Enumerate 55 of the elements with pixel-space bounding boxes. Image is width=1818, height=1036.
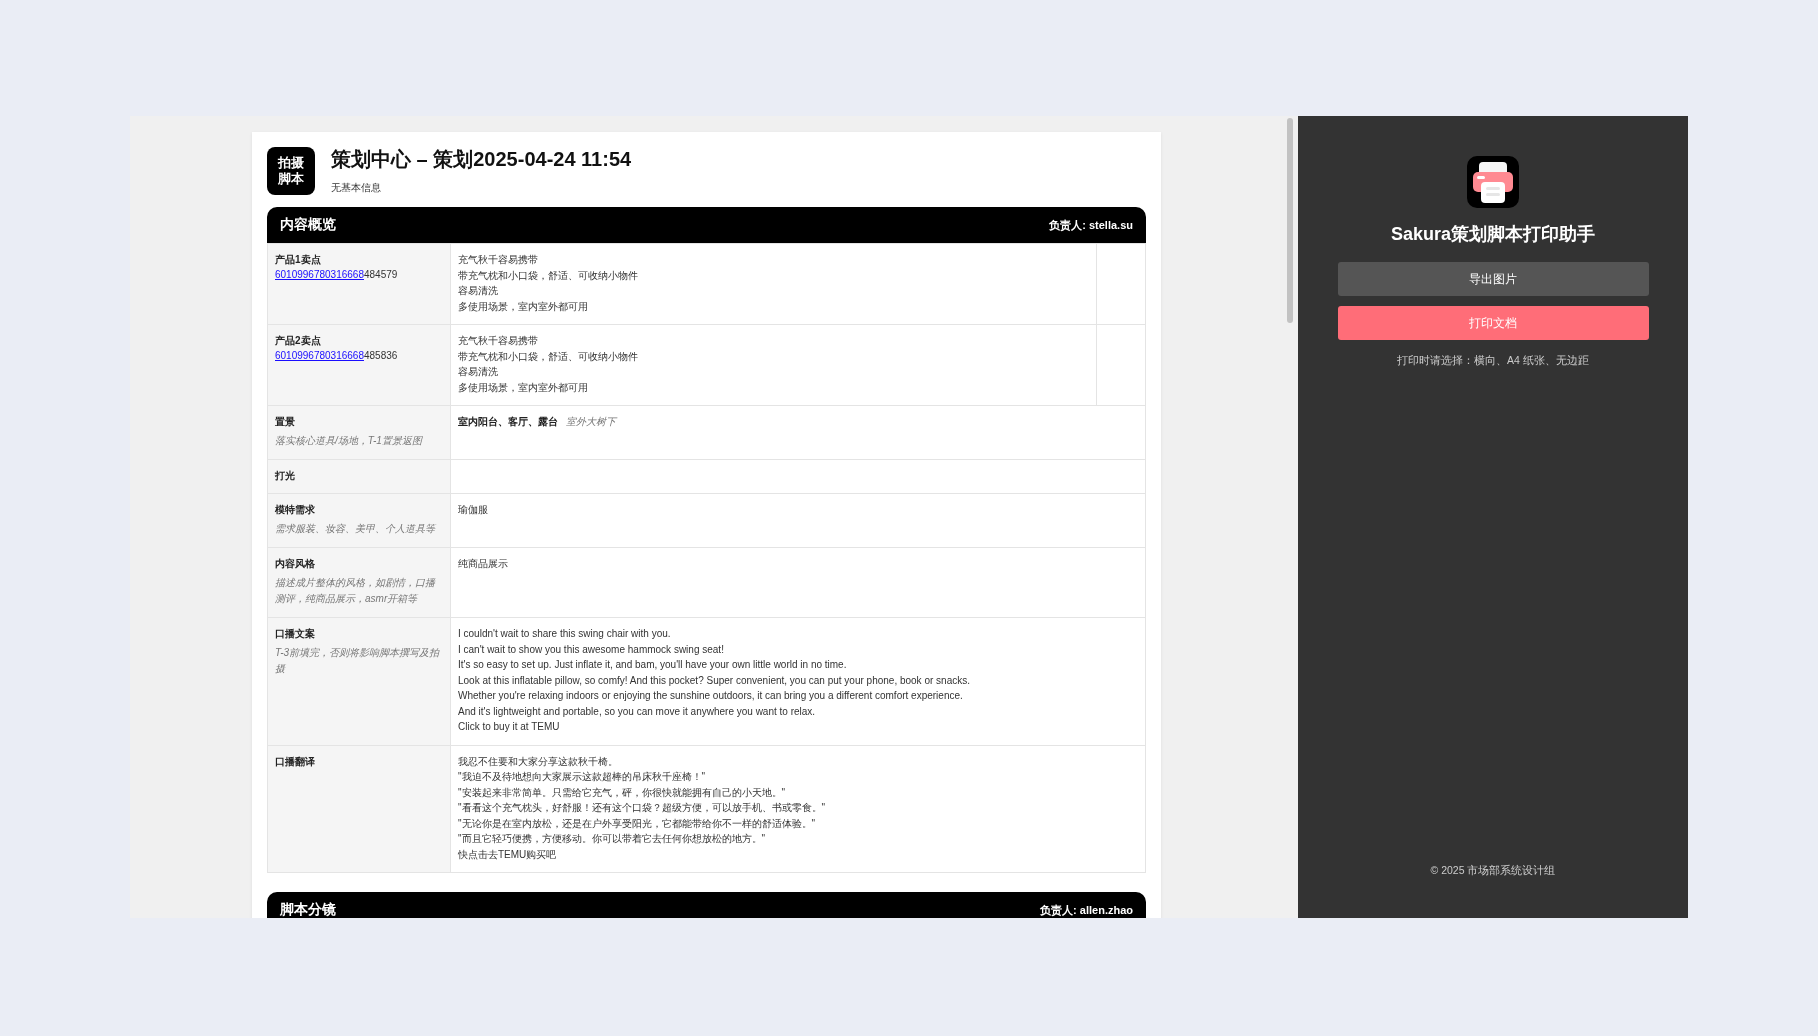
product-id-text: 6010996780316668484579 (275, 268, 399, 282)
product-link[interactable]: 6010996780316668 (275, 269, 364, 280)
cell-text: 室内阳台、客厅、露台 (458, 415, 558, 429)
cell-note: 室外大树下 (566, 415, 616, 429)
owner-label: 负责人: allen.zhao (1040, 902, 1133, 918)
cell-text: Look at this inflatable pillow, so comfy! And this pocket? Super convenient, you can put your phone, book or snacks. (458, 673, 971, 688)
cell-text: 带充气枕和小口袋，舒适、可收纳小物件 (458, 349, 639, 364)
row-label: 模特需求 (275, 503, 316, 517)
cell-text: 我忍不住要和大家分享这款秋千椅。 (458, 754, 619, 769)
cell-text: 纯商品展示 (458, 557, 509, 571)
print-note: 打印时请选择：横向、A4 纸张、无边距 (1397, 354, 1589, 368)
cell-text: 多使用场景，室内室外都可用 (458, 380, 589, 395)
section-title: 脚本分镜 (280, 901, 336, 918)
printer-logo-icon (1467, 156, 1519, 208)
cell-text: "我迫不及待地想向大家展示这款超棒的吊床秋千座椅！" (458, 770, 707, 784)
export-button[interactable]: 导出图片 (1337, 262, 1649, 296)
row-label: 口播翻译 (275, 754, 316, 769)
cell-text: And it's lightweight and portable, so you can move it anywhere you want to relax. (458, 704, 817, 719)
cell-text: 瑜伽服 (458, 503, 489, 517)
row-label: 内容风格 (275, 557, 316, 571)
app-title: Sakura策划脚本打印助手 (1390, 223, 1595, 246)
row-label: 产品1卖点 (275, 253, 322, 267)
cell-text: "无论你是在室内放松，还是在户外享受阳光，它都能带给你不一样的舒适体验。" (458, 816, 817, 831)
row-hint: T-3前填完，否则将影响脚本撰写及拍摄 (275, 646, 441, 676)
cell-text: "而且它轻巧便携，方便移动。你可以带着它去任何你想放松的地方。" (458, 832, 767, 846)
row-label: 口播文案 (275, 627, 316, 641)
product-id-text: 6010996780316668485836 (275, 349, 399, 363)
section-title: 内容概览 (280, 216, 336, 234)
cell-text: 充气秋千容易携带 (458, 253, 539, 267)
cell-text: 快点击去TEMU购买吧 (458, 847, 558, 862)
cell-text: 容易清洗 (458, 284, 499, 298)
cell-text: 带充气枕和小口袋，舒适、可收纳小物件 (458, 268, 639, 283)
cell-text: Whether you're relaxing indoors or enjoying the sunshine outdoors, it can bring you a different comfort experience. (458, 689, 964, 703)
cell-text: "看看这个充气枕头，好舒服！还有这个口袋？超级方便，可以放手机、书或零食。" (458, 801, 827, 815)
row-label: 置景 (275, 415, 296, 429)
document-title: 策划中心 – 策划2025-04-24 11:54 (331, 147, 632, 172)
row-label: 打光 (275, 469, 296, 483)
cell-text: 容易清洗 (458, 365, 499, 379)
cell-text: "安装起来非常简单。只需给它充气，砰，你很快就能拥有自己的小天地。" (458, 785, 787, 800)
cell-text: I can't wait to show you this awesome hammock swing seat! (458, 642, 725, 657)
cell-text: 多使用场景，室内室外都可用 (458, 299, 589, 314)
copyright-text: © 2025 市场部系统设计组 (1430, 864, 1556, 878)
scrollbar-thumb[interactable] (1287, 118, 1293, 323)
cell-text: 充气秋千容易携带 (458, 334, 539, 348)
row-label: 产品2卖点 (275, 334, 322, 348)
cell-text: I couldn't wait to share this swing chair with you. (458, 627, 672, 641)
product-link[interactable]: 6010996780316668 (275, 350, 364, 361)
row-hint: 描述成片整体的风格，如剧情，口播测评，纯商品展示，asmr开箱等 (275, 576, 437, 606)
row-hint: 落实核心道具/场地，T-1置景返图 (275, 434, 424, 448)
cell-text: It's so easy to set up. Just inflate it, and bam, you'll have your own little world in no time. (458, 658, 848, 672)
document-subtitle: 无基本信息 (331, 181, 382, 195)
row-hint: 需求服装、妆容、美甲、个人道具等 (275, 522, 437, 536)
script-badge: 拍摄 脚本 (267, 146, 315, 195)
owner-label: 负责人: stella.su (1049, 217, 1133, 233)
cell-text: Click to buy it at TEMU (458, 720, 561, 734)
